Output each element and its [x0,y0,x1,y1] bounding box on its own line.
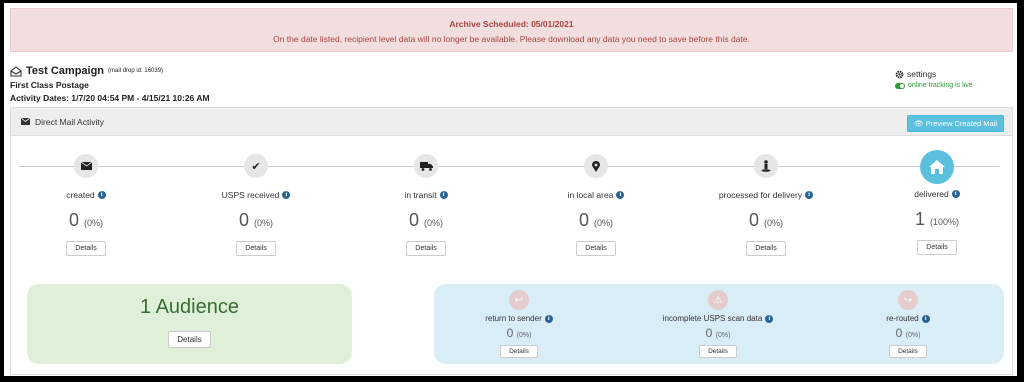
audience-card: 1 Audience Details [27,284,352,364]
misc-count: 0 (0%) [506,326,532,340]
step-count: 0 (0%) [408,210,444,230]
checkmark-icon: ✔ [244,154,268,178]
panel-header: Direct Mail Activity [11,108,1012,136]
mail-drop-id: (mail drop id: 16039) [108,68,164,74]
step-count: 0 (0%) [748,210,784,230]
info-icon[interactable]: i [616,191,625,199]
misc-label: re-routed [886,314,919,323]
info-icon[interactable]: i [282,191,291,199]
info-icon[interactable]: i [805,191,814,199]
info-icon[interactable]: i [951,190,960,198]
timeline-line [19,166,999,167]
details-button[interactable]: Details [889,345,927,358]
activity-dates: Activity Dates: 1/7/20 04:54 PM - 4/15/2… [10,93,210,103]
step-label: delivered [914,189,949,199]
details-button[interactable]: Details [236,241,276,256]
step-label: in local area [567,190,614,200]
info-icon[interactable]: i [97,191,106,199]
step-count: 0 (0%) [578,210,614,230]
details-button[interactable]: Details [917,240,957,255]
details-button[interactable]: Details [500,345,538,358]
alert-message: On the date listed, recipient level data… [273,34,750,44]
step-label: created [66,190,95,200]
info-icon[interactable]: i [921,314,930,323]
step-in-local-area: in local area i 0 (0%) Details [526,154,666,256]
direct-mail-panel: Direct Mail Activity 👁 Preview Created M… [10,107,1013,375]
misc-count: 0 (0%) [895,326,921,340]
truck-icon [414,154,438,178]
envelope-open-icon [10,65,22,77]
details-button[interactable]: Details [66,241,106,256]
settings-area: settings online tracking is live [895,69,1005,89]
step-delivered: delivered i 1 (100%) Details [867,150,1007,255]
re-routed: ↪ re-routed i 0 (0%) Details [833,290,983,358]
tracking-status[interactable]: online tracking is live [895,82,1005,89]
settings-label: settings [907,69,937,79]
incomplete-scan-data: ⚠ incomplete USPS scan data i 0 (0%) Deta… [643,290,793,358]
forward-icon: ↪ [898,290,918,310]
audience-details-button[interactable]: Details [168,331,211,348]
alert-title: Archive Scheduled: 05/01/2021 [449,19,574,29]
details-button[interactable]: Details [576,241,616,256]
app-frame: Archive Scheduled: 05/01/2021 On the dat… [4,3,1017,376]
reply-icon: ↩ [509,290,529,310]
postage-type: First Class Postage [10,80,89,90]
misc-count: 0 (0%) [705,326,731,340]
misc-label: return to sender [485,314,542,323]
exceptions-card: ↩ return to sender i 0 (0%) Details ⚠ inc… [434,284,1004,364]
step-label: processed for delivery [718,190,803,200]
step-count: 1 (100%) [914,209,960,229]
warning-icon: ⚠ [708,290,728,310]
step-created: created i 0 (0%) Details [16,154,156,256]
envelope-icon [21,118,30,125]
step-label: USPS received [221,190,280,200]
info-icon[interactable]: i [544,314,553,323]
person-pin-icon [754,154,778,178]
step-count: 0 (0%) [238,210,274,230]
tracking-toggle[interactable] [895,82,905,89]
map-pin-icon [584,154,608,178]
info-icon[interactable]: i [765,314,774,323]
audience-count: 1 Audience [140,296,239,318]
campaign-title: Test Campaign [26,65,105,77]
home-icon [920,150,954,184]
details-button[interactable]: Details [746,241,786,256]
misc-label: incomplete USPS scan data [662,314,763,323]
step-processed-for-delivery: processed for delivery i 0 (0%) Details [696,154,836,256]
panel-title: Direct Mail Activity [35,116,104,127]
envelope-icon [74,154,98,178]
gear-icon [895,70,904,78]
return-to-sender: ↩ return to sender i 0 (0%) Details [444,290,594,358]
step-usps-received: ✔ USPS received i 0 (0%) Details [186,154,326,256]
details-button[interactable]: Details [406,241,446,256]
step-count: 0 (0%) [68,210,104,230]
preview-mail-button[interactable]: 👁 Preview Created Mail [907,115,1004,132]
settings-link[interactable]: settings [895,69,1005,79]
archive-alert: Archive Scheduled: 05/01/2021 On the dat… [10,8,1013,52]
step-label: in transit [404,190,437,200]
eye-icon: 👁 [914,119,924,128]
step-in-transit: in transit i 0 (0%) Details [356,154,496,256]
tracking-label: online tracking is live [908,82,973,89]
details-button[interactable]: Details [699,345,737,358]
info-icon[interactable]: i [439,191,448,199]
preview-button-label: Preview Created Mail [925,119,997,128]
campaign-info: Test Campaign (mail drop id: 16039) Firs… [10,65,410,103]
